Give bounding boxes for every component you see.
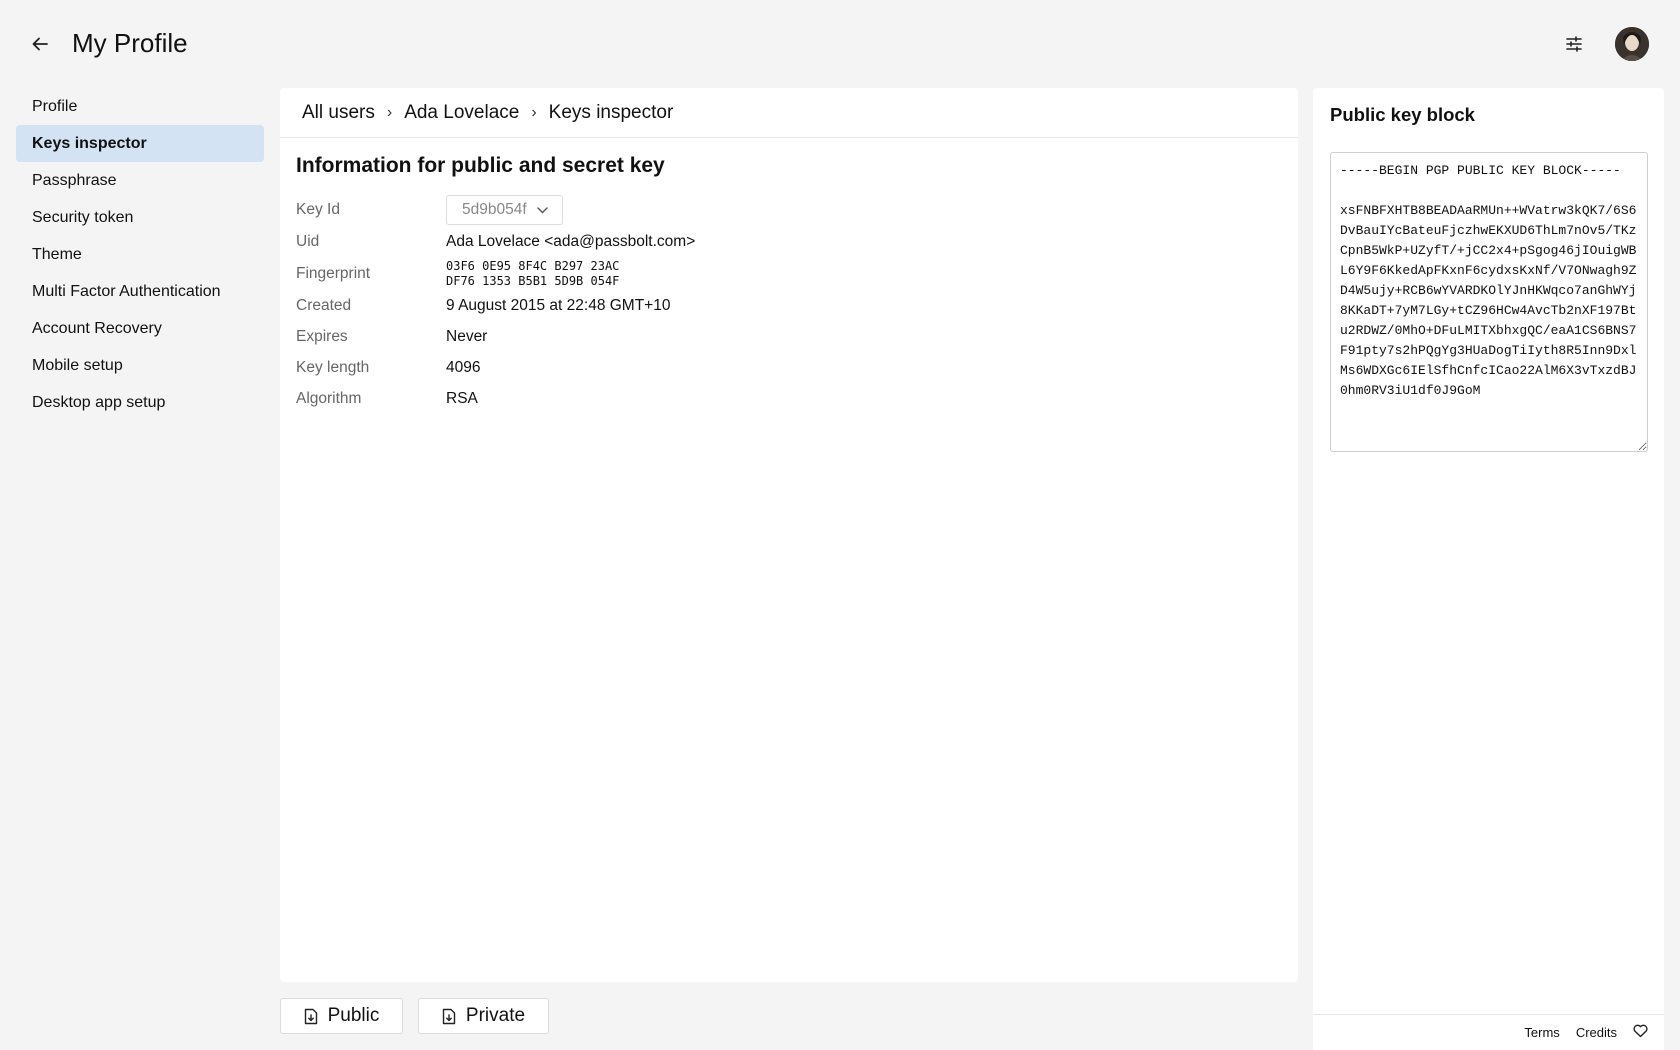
sidebar-item-account-recovery[interactable]: Account Recovery	[16, 310, 264, 347]
breadcrumb-all-users[interactable]: All users	[302, 102, 375, 124]
sidebar-item-desktop-app-setup[interactable]: Desktop app setup	[16, 384, 264, 421]
fingerprint-row: Fingerprint 03F6 0E95 8F4C B297 23AC DF7…	[296, 257, 996, 290]
footer: Terms Credits	[1313, 1014, 1664, 1050]
arrow-left-icon	[32, 37, 48, 51]
sidebar-item-profile[interactable]: Profile	[16, 88, 264, 125]
page-title: My Profile	[72, 28, 188, 58]
key-info-panel: All users › Ada Lovelace › Keys inspecto…	[280, 88, 1298, 982]
fingerprint-value: 03F6 0E95 8F4C B297 23AC DF76 1353 B5B1 …	[446, 259, 619, 289]
key-id-label: Key Id	[296, 201, 340, 218]
uid-value: Ada Lovelace <ada@passbolt.com>	[446, 232, 696, 250]
avatar[interactable]	[1615, 27, 1649, 61]
sidebar-item-mobile-setup[interactable]: Mobile setup	[16, 347, 264, 384]
terms-link[interactable]: Terms	[1524, 1025, 1559, 1040]
heart-icon[interactable]	[1633, 1024, 1648, 1041]
created-value: 9 August 2015 at 22:48 GMT+10	[446, 296, 671, 314]
breadcrumb: All users › Ada Lovelace › Keys inspecto…	[280, 88, 1298, 138]
public-key-panel: Public key block -----BEGIN PGP PUBLIC K…	[1313, 88, 1664, 1050]
uid-label: Uid	[296, 232, 320, 250]
sidebar-item-mfa[interactable]: Multi Factor Authentication	[16, 273, 264, 310]
breadcrumb-separator: ›	[531, 103, 537, 121]
uid-row: Uid Ada Lovelace <ada@passbolt.com>	[296, 226, 996, 257]
credits-link[interactable]: Credits	[1576, 1025, 1617, 1040]
sidebar-item-keys-inspector[interactable]: Keys inspector	[16, 125, 264, 162]
fingerprint-line: 03F6 0E95 8F4C B297 23AC	[446, 258, 620, 273]
top-bar: My Profile	[0, 0, 1680, 88]
public-button-label: Public	[327, 1005, 380, 1026]
expires-value: Never	[446, 327, 488, 345]
sidebar-item-passphrase[interactable]: Passphrase	[16, 162, 264, 199]
algorithm-value: RSA	[446, 389, 478, 407]
breadcrumb-separator: ›	[386, 103, 393, 121]
breadcrumb-user[interactable]: Ada Lovelace	[404, 102, 519, 124]
section-title: Information for public and secret key	[296, 154, 665, 177]
key-length-value: 4096	[446, 358, 481, 376]
file-download-icon	[442, 1008, 456, 1024]
fingerprint-label: Fingerprint	[296, 264, 371, 282]
algorithm-row: Algorithm RSA	[296, 383, 996, 414]
download-private-button[interactable]: Private	[418, 998, 549, 1034]
key-id-value: 5d9b054f	[462, 201, 527, 218]
key-length-label: Key length	[296, 358, 370, 376]
sidebar-item-theme[interactable]: Theme	[16, 236, 264, 273]
private-button-label: Private	[465, 1005, 526, 1026]
public-key-title: Public key block	[1330, 104, 1475, 125]
file-download-icon	[304, 1008, 317, 1024]
key-id-row: Key Id 5d9b054f	[296, 194, 996, 226]
user-avatar-icon	[1615, 27, 1649, 61]
algorithm-label: Algorithm	[296, 389, 362, 407]
key-id-select[interactable]: 5d9b054f	[446, 195, 563, 225]
expires-label: Expires	[296, 327, 348, 345]
key-info-table: Key Id 5d9b054f Uid Ada Lovelace <ada@pa…	[296, 194, 996, 414]
created-row: Created 9 August 2015 at 22:48 GMT+10	[296, 290, 996, 321]
expires-row: Expires Never	[296, 321, 996, 352]
created-label: Created	[296, 296, 352, 314]
sidebar-item-security-token[interactable]: Security token	[16, 199, 264, 236]
back-button[interactable]	[26, 30, 54, 58]
fingerprint-line: DF76 1353 B5B1 5D9B 054F	[446, 273, 620, 288]
sliders-icon	[1566, 36, 1582, 52]
breadcrumb-keys-inspector[interactable]: Keys inspector	[549, 102, 674, 124]
settings-button[interactable]	[1560, 30, 1588, 58]
sidebar-nav: Profile Keys inspector Passphrase Securi…	[16, 88, 264, 421]
key-length-row: Key length 4096	[296, 352, 996, 383]
download-public-button[interactable]: Public	[280, 998, 403, 1034]
chevron-down-icon	[537, 206, 548, 213]
public-key-textarea[interactable]: -----BEGIN PGP PUBLIC KEY BLOCK----- xsF…	[1330, 152, 1648, 452]
